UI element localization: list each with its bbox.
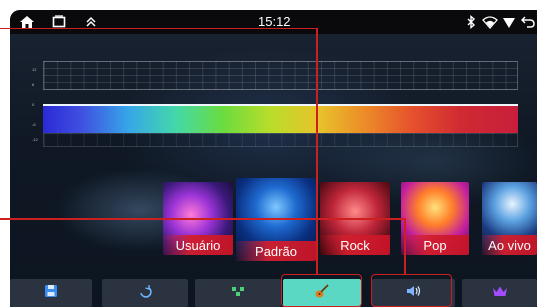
crown-icon (492, 284, 508, 302)
bottom-toolbar (10, 279, 537, 307)
back-icon[interactable] (521, 13, 535, 31)
eq-scale-label: -12 (32, 137, 38, 142)
annotation-line-vertical-2 (404, 218, 406, 274)
reset-button[interactable] (102, 279, 188, 307)
bluetooth-icon (465, 13, 477, 31)
eq-scale-label: -6 (32, 122, 36, 127)
eq-spectrum-bar[interactable] (43, 104, 518, 133)
preset-label: Usuário (163, 235, 233, 255)
speaker-balance-icon (230, 284, 246, 303)
wifi-icon (482, 13, 498, 31)
save-icon (44, 284, 58, 303)
app-stage: 15:12 12 6 0 -6 -12 Usuário Padrão Rock … (0, 0, 537, 307)
head-unit-screen: 15:12 12 6 0 -6 -12 Usuário Padrão Rock … (10, 10, 537, 307)
preset-pop[interactable]: Pop (401, 182, 469, 255)
annotation-box-equalizer (281, 274, 362, 307)
annotation-line-top (0, 28, 318, 31)
save-button[interactable] (10, 279, 92, 307)
clock: 15:12 (258, 14, 291, 29)
eq-grid-upper (43, 61, 518, 90)
preset-label: Pop (401, 235, 469, 255)
preset-label: Rock (320, 235, 390, 255)
annotation-box-volume (371, 274, 452, 307)
preset-padrao[interactable]: Padrão (236, 178, 316, 261)
location-icon (502, 13, 516, 31)
annotation-line-vertical (316, 28, 318, 274)
reset-icon (137, 284, 153, 303)
eq-scale-label: 0 (32, 102, 35, 107)
eq-grid-lower (43, 133, 518, 147)
eq-scale-label: 12 (32, 67, 37, 72)
premium-button[interactable] (462, 279, 537, 307)
balance-button[interactable] (195, 279, 281, 307)
equalizer-panel[interactable]: 12 6 0 -6 -12 (32, 61, 518, 148)
preset-label: Ao vivo (482, 235, 537, 255)
preset-label: Padrão (236, 241, 316, 261)
annotation-line-middle (0, 218, 405, 220)
preset-ao-vivo[interactable]: Ao vivo (482, 182, 537, 255)
eq-scale-label: 6 (32, 82, 35, 87)
